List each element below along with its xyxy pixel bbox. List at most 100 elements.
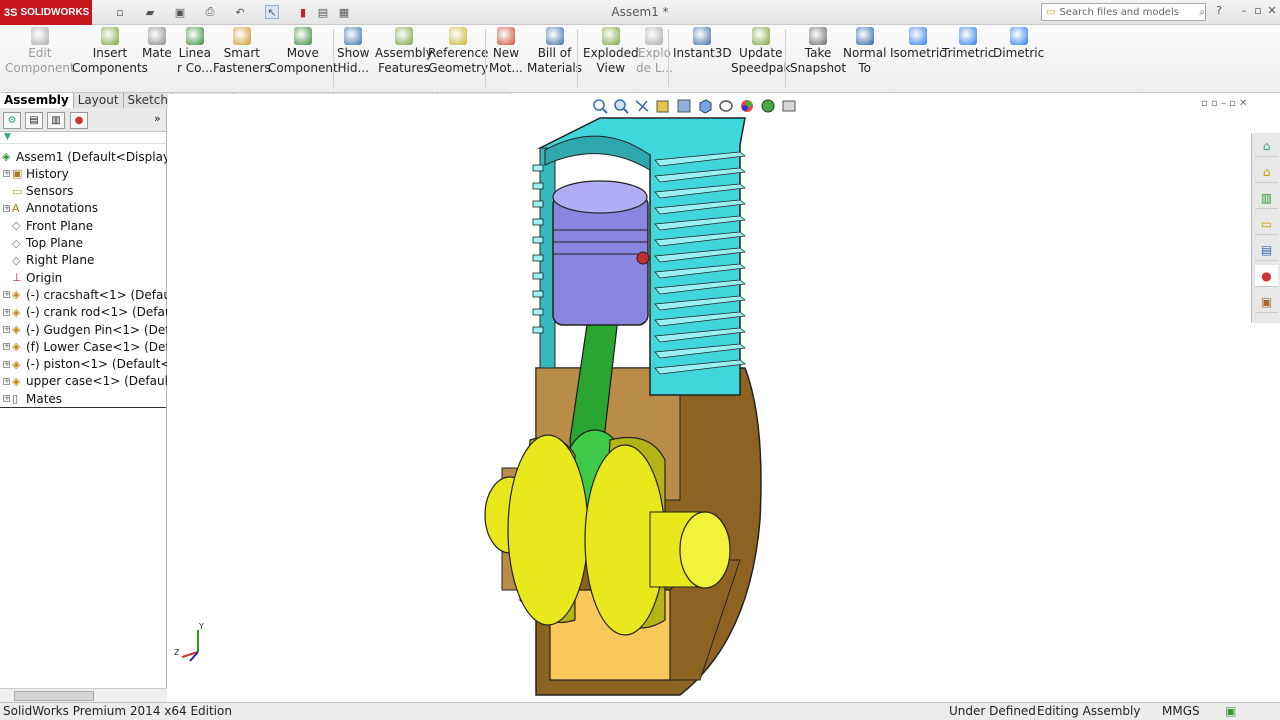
command-edit-component[interactable]: Edit Component [5,27,75,76]
piston[interactable] [552,180,650,326]
tree-item[interactable]: +◇Right Plane [0,252,167,269]
appearance-icon[interactable] [739,98,755,114]
view-settings-icon[interactable] [781,98,797,114]
configuration-manager-tab-icon[interactable]: ▥ [47,112,65,129]
expand-toggle-icon[interactable]: + [3,343,10,351]
expand-toggle-icon[interactable]: + [3,170,10,178]
tree-horizontal-scrollbar[interactable] [0,688,167,702]
tree-item[interactable]: +◈ upper case<1> (Default<< [0,373,167,390]
command-bill-of-materials[interactable]: Bill of Materials [527,27,582,76]
home-icon[interactable]: ⌂ [1255,161,1278,183]
tree-item[interactable]: +◈ (-) cracshaft<1> (Default< [0,286,167,303]
tree-item[interactable]: + ▯ Mates [0,390,167,407]
command-exploded-view[interactable]: Exploded View [583,27,639,76]
view-palette-icon[interactable]: ▤ [1255,239,1278,261]
command-insert-components[interactable]: Insert Components [72,27,148,76]
solidworks-logo[interactable]: 3S SOLIDWORKS [0,0,92,25]
annotations-icon: A [12,201,20,215]
expand-toggle-icon[interactable]: + [3,360,10,368]
dynamic-annotation-icon[interactable] [676,98,692,114]
command-isometric[interactable]: Isometric [890,27,946,61]
tree-item[interactable]: +⊥Origin [0,269,167,286]
zoom-to-fit-icon[interactable] [592,98,608,114]
command-linear-pattern[interactable]: Linea r Co... [177,27,213,76]
search-input[interactable]: ▭ Search files and models ⌕ [1041,3,1206,21]
save-icon[interactable]: ▣ [173,5,187,19]
expand-toggle-icon[interactable]: + [3,204,10,212]
new-document-icon[interactable]: ▫ [113,5,127,19]
view-orientation-icon[interactable] [697,98,713,114]
custom-properties-icon[interactable]: ▣ [1255,291,1278,313]
zoom-to-area-icon[interactable] [613,98,629,114]
scene-icon[interactable] [760,98,776,114]
tree-item[interactable]: +◇Front Plane [0,217,167,234]
tree-item[interactable]: +◈ (-) Gudgen Pin<1> (Defau [0,321,167,338]
help-status-icon[interactable]: ▣ [1225,703,1236,720]
command-smart-fasteners[interactable]: Smart Fasteners [213,27,271,76]
tree-item[interactable]: +◇Top Plane [0,235,167,252]
command-assembly-features[interactable]: Assembly Features [375,27,433,76]
tree-item[interactable]: +◈ (f) Lower Case<1> (Defaul [0,338,167,355]
file-properties-icon[interactable]: ▤ [316,5,330,19]
tree-item[interactable]: +◈ (-) crank rod<1> (Default< [0,304,167,321]
viewport-window-icons[interactable]: ▫ ▫ – ▫ ✕ [1201,98,1247,109]
graphics-area[interactable]: Y Z [168,94,1250,702]
command-mate[interactable]: Mate [142,27,172,61]
command-show-hidden[interactable]: Show Hid... [337,27,369,76]
smart-fasteners-icon [232,27,251,45]
scrollbar-thumb[interactable] [14,691,94,701]
print-icon[interactable]: ⎙ [203,5,217,19]
tab-layout[interactable]: Layout [73,93,124,108]
tree-item[interactable]: ◈ Assem1 (Default<Display St [0,148,167,165]
gudgeon-pin[interactable] [636,251,650,265]
tab-sketch[interactable]: Sketch [123,93,173,108]
tree-item[interactable]: + A Annotations [0,200,167,217]
property-manager-tab-icon[interactable]: ▤ [25,112,43,129]
select-icon[interactable]: ↖ [265,5,279,19]
restore-icon[interactable]: ▫ [1251,4,1265,18]
expand-toggle-icon[interactable]: + [3,291,10,299]
tree-item[interactable]: + ▣ History [0,165,167,182]
show-hidden-icon [344,27,363,45]
expand-toggle-icon[interactable]: + [3,326,10,333]
feature-manager-tab-icon[interactable]: ⚙ [3,112,21,129]
display-manager-tab-icon[interactable]: ● [70,112,88,129]
command-dimetric[interactable]: Dimetric [993,27,1044,61]
command-move-component[interactable]: Move Component [268,27,338,76]
unit-system[interactable]: MMGS [1162,703,1200,720]
edition-label: SolidWorks Premium 2014 x64 Edition [3,704,232,718]
undo-icon[interactable]: ↶ [233,5,247,19]
resources-icon[interactable]: ⌂ [1255,135,1278,157]
file-explorer-icon[interactable]: ▭ [1255,213,1278,235]
open-icon[interactable]: ▰ [143,5,157,19]
command-speedpak[interactable]: Update Speedpak [731,27,791,76]
command-new-motion-study[interactable]: New Mot... [489,27,523,76]
design-library-icon[interactable]: ▥ [1255,187,1278,209]
command-normal-to[interactable]: Normal To [843,27,886,76]
previous-view-icon[interactable] [634,98,650,114]
display-style-icon[interactable] [718,98,734,114]
close-icon[interactable]: ✕ [1265,4,1279,18]
tree-item[interactable]: +▭Sensors [0,183,167,200]
command-snapshot[interactable]: Take Snapshot [790,27,846,76]
tree-item[interactable]: +◈ (-) piston<1> (Default<<D [0,356,167,373]
command-reference-geometry[interactable]: Reference Geometry [428,27,488,76]
rebuild-icon[interactable]: ▮ [296,5,310,19]
engine-model[interactable]: Y Z [168,94,1250,702]
appearances-icon[interactable]: ● [1255,265,1278,287]
rollback-bar[interactable] [0,407,166,408]
tab-assembly[interactable]: Assembly [0,93,74,108]
minimize-icon[interactable]: – [1237,4,1251,18]
assembly-features-icon [394,27,413,45]
command-instant3d[interactable]: Instant3D [673,27,732,61]
expand-toggle-icon[interactable]: + [3,395,10,403]
help-icon[interactable]: ? [1212,4,1226,18]
search-icon[interactable]: ⌕ [1199,7,1205,18]
expand-toggle-icon[interactable]: + [3,308,10,316]
expand-toggle-icon[interactable]: + [3,377,10,385]
filter-icon[interactable]: ▼ [0,132,166,144]
command-trimetric[interactable]: Trimetric [942,27,994,61]
expand-panel-icon[interactable]: » [154,112,161,125]
section-view-icon[interactable] [655,98,671,114]
options-icon[interactable]: ▦ [337,5,351,19]
